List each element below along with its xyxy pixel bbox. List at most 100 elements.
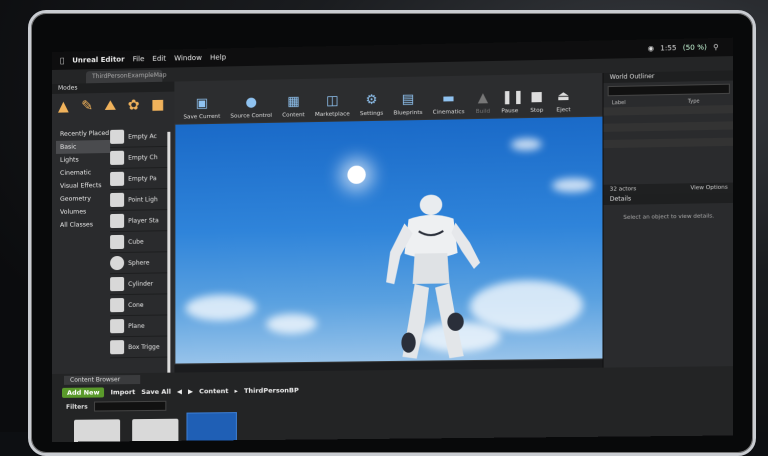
list-item[interactable]: Player Sta <box>110 210 169 233</box>
details-panel: Details Select an object to view details… <box>602 192 734 368</box>
assets-search-input[interactable] <box>93 400 167 412</box>
foliage-icon[interactable]: ✿ <box>128 96 145 114</box>
sphere-thumb-icon <box>110 255 125 271</box>
mannequin-character <box>386 194 481 359</box>
clock[interactable]: 1:55 <box>660 44 676 52</box>
cinematics-icon: ▬ <box>442 91 455 107</box>
menubar-status: ◉ 1:55 (50 %) ⚲ <box>648 43 719 53</box>
details-empty-message: Select an object to view details. <box>623 213 715 221</box>
forward-icon[interactable]: ▶ <box>188 387 193 395</box>
breadcrumb-thirdpersonbp[interactable]: ThirdPersonBP <box>244 386 299 395</box>
category-list: Recently Placed Basic Lights Cinematic V… <box>55 127 111 232</box>
geometry-icon[interactable]: ■ <box>151 96 168 114</box>
category-volumes[interactable]: Volumes <box>56 205 110 219</box>
folder-icon[interactable] <box>132 418 179 443</box>
category-recently-placed[interactable]: Recently Placed <box>56 127 110 141</box>
blueprints-button[interactable]: ▤ Blueprints <box>390 92 425 120</box>
marketplace-button[interactable]: ◫ Marketplace <box>312 93 353 121</box>
game-mode-asset-icon[interactable] <box>186 412 237 443</box>
light-thumb-icon <box>110 192 125 208</box>
list-item[interactable]: Box Trigge <box>110 336 169 359</box>
list-item[interactable]: Sphere <box>110 252 169 275</box>
cloud <box>552 177 594 193</box>
cloud <box>185 294 257 322</box>
view-options-button[interactable]: View Options <box>690 183 727 194</box>
apple-icon[interactable]:  <box>60 57 64 65</box>
stop-icon: ■ <box>530 89 544 105</box>
place-icon[interactable]: ▲ <box>58 98 75 116</box>
eject-icon: ⏏ <box>557 88 570 105</box>
add-new-button[interactable]: Add New <box>61 387 105 398</box>
list-item[interactable]: Point Ligh <box>110 189 169 212</box>
category-visual-effects[interactable]: Visual Effects <box>56 179 110 193</box>
list-item[interactable]: Empty Ac <box>110 125 169 148</box>
paint-icon[interactable]: ✎ <box>81 97 98 115</box>
content-browser: Content Browser Add New Import Save All … <box>52 366 734 443</box>
eject-button[interactable]: ⏏ Eject <box>552 89 575 117</box>
app-name[interactable]: Unreal Editor <box>72 55 124 64</box>
wifi-icon[interactable]: ◉ <box>648 44 654 52</box>
menu-help[interactable]: Help <box>210 53 226 61</box>
content-button[interactable]: ▦ Content <box>279 94 308 122</box>
category-lights[interactable]: Lights <box>56 153 110 167</box>
settings-icon: ⚙ <box>365 92 378 108</box>
level-viewport[interactable] <box>174 115 605 365</box>
import-button[interactable]: Import <box>111 388 136 396</box>
tab-content-browser[interactable]: Content Browser <box>64 374 141 385</box>
cylinder-thumb-icon <box>110 276 125 292</box>
blueprints-icon: ▤ <box>401 91 415 108</box>
world-outliner: World Outliner Label Type 32 actors View … <box>602 70 734 195</box>
outliner-title: World Outliner <box>603 70 734 84</box>
chevron-right-icon: ▸ <box>234 386 238 396</box>
mode-icons: ▲ ✎ ⛰ ✿ ■ <box>52 92 174 124</box>
player-start-thumb-icon <box>110 213 125 229</box>
folder-icon[interactable] <box>74 419 121 443</box>
character-thumb-icon <box>110 150 125 165</box>
table-row[interactable] <box>604 146 733 156</box>
laptop-screen:  Unreal Editor File Edit Window Help ◉ … <box>52 37 734 443</box>
settings-button[interactable]: ⚙ Settings <box>357 92 386 120</box>
landscape-icon[interactable]: ⛰ <box>104 97 121 115</box>
pause-button[interactable]: ❚❚ Pause <box>498 89 524 118</box>
stop-button[interactable]: ■ Stop <box>525 89 548 117</box>
list-item[interactable]: Empty Pa <box>110 167 169 191</box>
build-icon: ▲ <box>477 90 489 106</box>
menu-edit[interactable]: Edit <box>152 55 166 63</box>
list-item[interactable]: Cone <box>110 294 169 317</box>
save-icon: ▣ <box>195 95 209 112</box>
filters-button[interactable]: Filters <box>66 403 88 410</box>
back-icon[interactable]: ◀ <box>177 388 182 396</box>
list-item[interactable]: Empty Ch <box>110 146 169 169</box>
battery-status[interactable]: (50 %) <box>683 43 707 52</box>
content-icon: ▦ <box>287 94 300 110</box>
cloud <box>510 138 542 151</box>
cone-thumb-icon <box>110 298 125 313</box>
details-title: Details <box>603 192 734 206</box>
category-basic[interactable]: Basic <box>55 139 111 154</box>
plane-thumb-icon <box>110 319 125 334</box>
search-icon[interactable]: ⚲ <box>713 43 718 51</box>
modes-panel: Modes ▲ ✎ ⛰ ✿ ■ Recently Placed Basic Li… <box>52 81 175 374</box>
cube-thumb-icon <box>110 234 125 250</box>
category-all-classes[interactable]: All Classes <box>56 218 110 232</box>
list-item[interactable]: Cube <box>110 231 169 254</box>
list-item[interactable]: Plane <box>110 315 169 338</box>
breadcrumb-content[interactable]: Content <box>199 387 228 395</box>
box-trigger-thumb-icon <box>110 340 125 355</box>
outliner-search-input[interactable] <box>607 83 730 97</box>
cloud <box>266 313 317 335</box>
save-current-button[interactable]: ▣ Save Current <box>180 96 223 124</box>
modes-scrollbar[interactable] <box>167 131 171 373</box>
category-geometry[interactable]: Geometry <box>56 192 110 206</box>
build-button[interactable]: ▲ Build <box>472 90 495 118</box>
category-cinematic[interactable]: Cinematic <box>56 166 110 180</box>
save-all-button[interactable]: Save All <box>141 388 171 396</box>
pause-icon: ❚❚ <box>501 89 524 106</box>
menu-window[interactable]: Window <box>174 54 202 63</box>
list-item[interactable]: Cylinder <box>110 273 169 296</box>
source-control-button[interactable]: ● Source Control <box>227 95 275 123</box>
menu-file[interactable]: File <box>133 55 145 63</box>
actor-thumb-icon <box>110 129 125 144</box>
cinematics-button[interactable]: ▬ Cinematics <box>430 91 468 119</box>
placeable-list: Empty Ac Empty Ch Empty Pa Point Ligh Pl… <box>110 125 169 359</box>
